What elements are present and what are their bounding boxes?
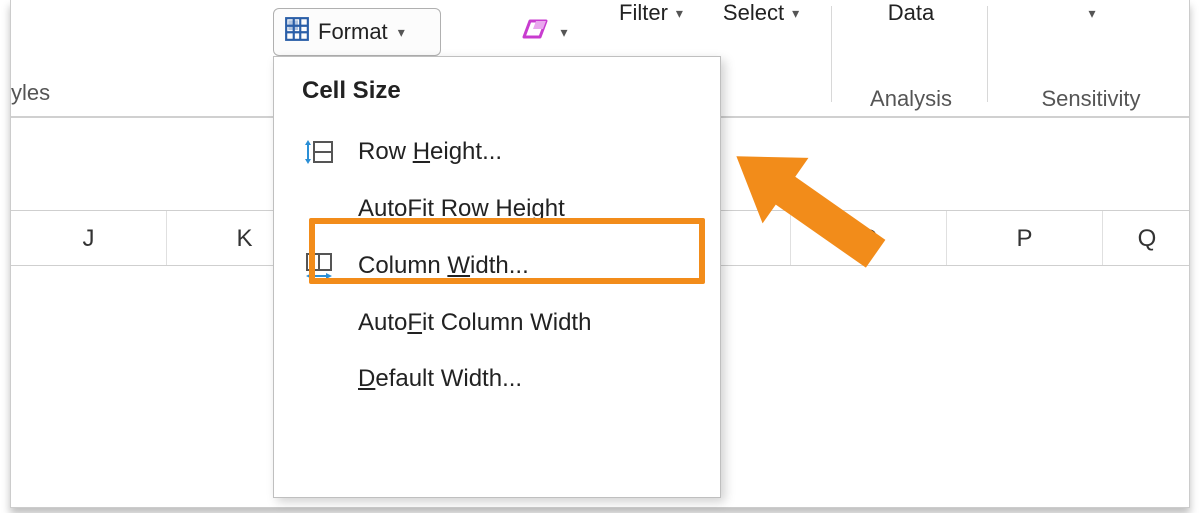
chevron-down-icon: ▾ — [792, 0, 799, 26]
analyze-data-button[interactable]: Data Analysis — [841, 0, 981, 118]
chevron-down-icon: ▾ — [676, 0, 683, 26]
menu-item-row-height[interactable]: Row Height... — [274, 123, 720, 181]
chevron-down-icon: ▾ — [398, 24, 405, 41]
sensitivity-group-label: Sensitivity — [996, 86, 1186, 112]
styles-group-label: yles — [11, 80, 50, 106]
clear-dropdown-button[interactable]: ▾ — [509, 10, 579, 54]
column-header[interactable]: P — [947, 211, 1103, 265]
menu-heading-cell-size: Cell Size — [274, 71, 720, 123]
ribbon-separator — [831, 6, 832, 102]
format-dropdown-button[interactable]: Format ▾ — [273, 8, 441, 56]
column-header[interactable]: Q — [1103, 211, 1191, 265]
format-dropdown-menu: Cell Size Row Height... AutoFit Row Heig… — [273, 56, 721, 498]
menu-item-autofit-column-width[interactable]: AutoFit Column Width — [274, 295, 720, 351]
column-header[interactable]: O — [791, 211, 947, 265]
eraser-icon — [520, 17, 550, 48]
column-header[interactable]: J — [11, 211, 167, 265]
format-icon — [284, 16, 310, 48]
row-height-icon — [302, 137, 336, 167]
sensitivity-button[interactable]: ▾ Sensitivity — [996, 0, 1186, 118]
menu-item-column-width[interactable]: Column Width... — [274, 237, 720, 295]
format-button-label: Format — [318, 19, 388, 45]
ribbon-separator — [987, 6, 988, 102]
column-width-icon — [302, 251, 336, 281]
app-frame: yles Format ▾ — [10, 0, 1190, 508]
menu-item-default-width[interactable]: Default Width... — [274, 351, 720, 407]
chevron-down-icon: ▾ — [1088, 0, 1095, 26]
menu-item-autofit-row-height[interactable]: AutoFit Row Height — [274, 181, 720, 237]
select-button[interactable]: Select▾ — [711, 0, 811, 118]
chevron-down-icon: ▾ — [560, 24, 567, 41]
analysis-group-label: Analysis — [841, 86, 981, 112]
